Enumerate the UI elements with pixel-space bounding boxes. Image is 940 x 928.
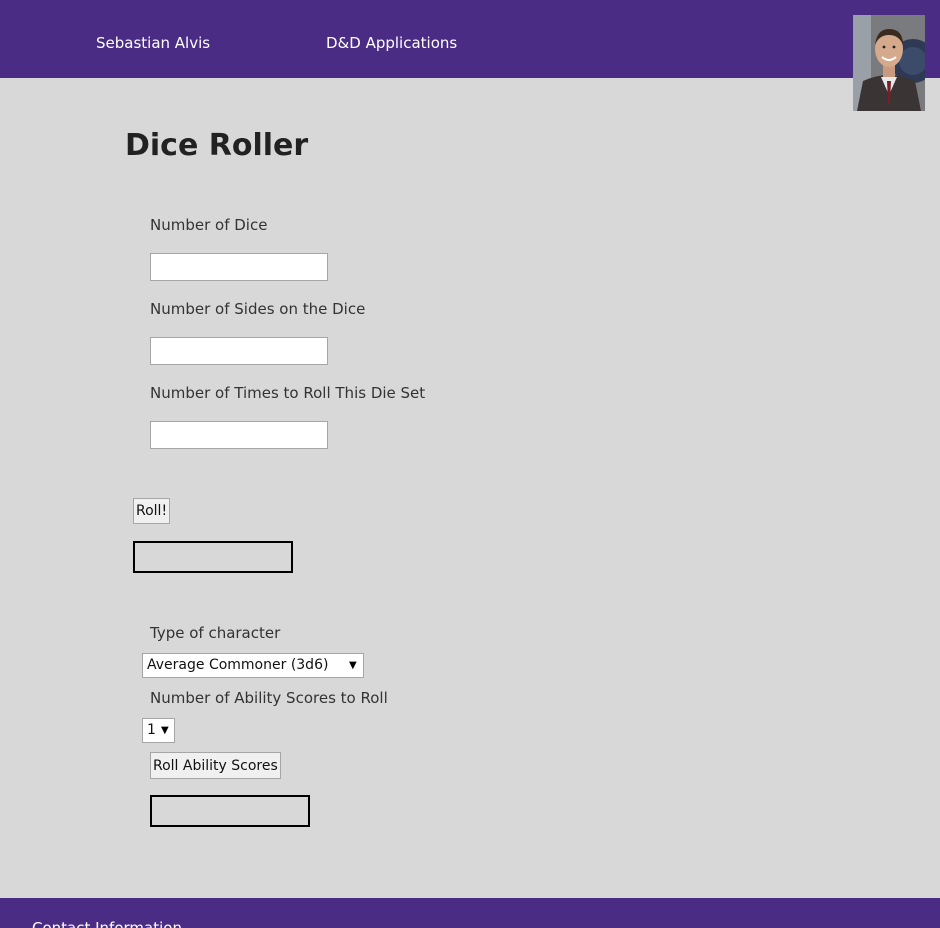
num-sides-input[interactable] — [150, 337, 328, 365]
nav-link-dnd-applications[interactable]: D&D Applications — [326, 34, 457, 52]
chevron-down-icon: ▼ — [161, 725, 169, 736]
roll-ability-scores-button[interactable]: Roll Ability Scores — [150, 752, 281, 779]
character-type-selected: Average Commoner (3d6) — [147, 657, 329, 673]
num-times-input[interactable] — [150, 421, 328, 449]
avatar — [853, 15, 925, 111]
num-times-label: Number of Times to Roll This Die Set — [150, 384, 426, 402]
page-title: Dice Roller — [125, 128, 309, 163]
ability-result-box — [150, 795, 310, 827]
ability-count-label: Number of Ability Scores to Roll — [150, 689, 388, 707]
character-type-select[interactable]: Average Commoner (3d6) ▼ — [142, 653, 364, 678]
num-dice-input[interactable] — [150, 253, 328, 281]
num-sides-label: Number of Sides on the Dice — [150, 300, 366, 318]
chevron-down-icon: ▼ — [349, 660, 357, 671]
ability-count-selected: 1 — [147, 722, 156, 738]
top-navbar: Sebastian Alvis D&D Applications — [0, 0, 940, 78]
footer-contact-heading: Contact Information — [32, 919, 182, 928]
character-type-label: Type of character — [150, 624, 281, 642]
num-dice-label: Number of Dice — [150, 216, 268, 234]
ability-count-select[interactable]: 1 ▼ — [142, 718, 175, 743]
roll-button[interactable]: Roll! — [133, 498, 171, 524]
nav-link-home[interactable]: Sebastian Alvis — [96, 34, 210, 52]
footer: Contact Information — [0, 898, 940, 928]
dice-result-box — [133, 541, 293, 573]
